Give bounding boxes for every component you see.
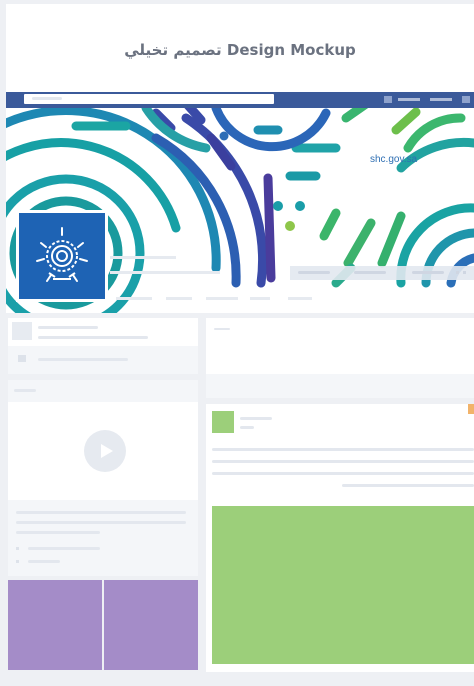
cover-url[interactable]: shc.gov.sa — [370, 154, 417, 165]
post-image-placeholder[interactable] — [212, 506, 474, 664]
profile-subtitle-placeholder — [110, 271, 220, 274]
play-button[interactable] — [84, 430, 126, 472]
photo-placeholder[interactable] — [8, 580, 102, 670]
post-composer[interactable] — [206, 318, 474, 398]
post-author-avatar[interactable] — [212, 411, 234, 433]
nav-button[interactable] — [384, 96, 392, 103]
intro-card — [8, 318, 198, 374]
nav-item[interactable] — [398, 98, 420, 101]
video-card — [8, 380, 198, 576]
nav-item[interactable] — [430, 98, 452, 101]
search-input[interactable] — [24, 94, 274, 104]
profile-tab[interactable] — [206, 297, 238, 300]
profile-avatar[interactable] — [16, 210, 108, 302]
post-card — [206, 404, 474, 672]
nav-button[interactable] — [462, 96, 470, 103]
cover-pagination — [290, 266, 474, 280]
play-icon — [101, 444, 113, 458]
star-rings-logo-icon — [19, 213, 105, 299]
photo-placeholder[interactable] — [104, 580, 198, 670]
profile-tab[interactable] — [288, 297, 312, 300]
page-title: تصميم تخيلي Design Mockup — [124, 41, 356, 59]
post-options-icon[interactable] — [468, 404, 474, 414]
profile-tab[interactable] — [250, 297, 270, 300]
profile-tab[interactable] — [166, 297, 192, 300]
mockup-title-band: تصميم تخيلي Design Mockup — [6, 4, 474, 96]
profile-name-placeholder — [110, 256, 176, 259]
profile-tab[interactable] — [116, 297, 152, 300]
